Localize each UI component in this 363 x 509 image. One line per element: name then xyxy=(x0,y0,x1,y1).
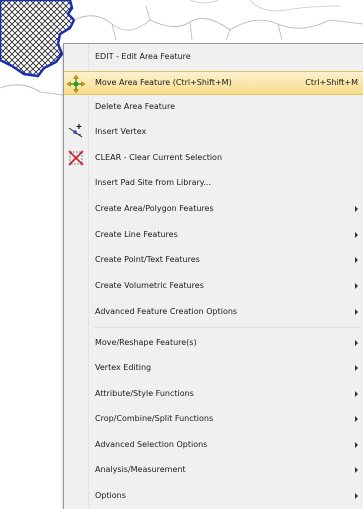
menu-item-label: Vertex Editing xyxy=(95,363,152,372)
insert-vertex-icon xyxy=(66,122,86,142)
menu-item-label: Analysis/Measurement xyxy=(95,465,186,474)
context-menu: EDIT - Edit Area Feature Move Area Featu… xyxy=(63,43,363,509)
submenu-arrow-icon xyxy=(355,467,358,473)
menu-item-label: Move Area Feature (Ctrl+Shift+M) xyxy=(95,78,232,87)
menu-item-label: Attribute/Style Functions xyxy=(95,389,194,398)
map-boundary-line xyxy=(249,0,341,12)
menu-item-label: Insert Vertex xyxy=(95,127,147,136)
menu-item-options[interactable]: Options xyxy=(64,484,363,508)
move-arrows-icon xyxy=(66,74,86,94)
submenu-arrow-icon xyxy=(355,442,358,448)
menu-item-label: Create Volumetric Features xyxy=(95,281,204,290)
menu-item-label: EDIT - Edit Area Feature xyxy=(95,52,191,61)
map-boundary-line xyxy=(111,5,283,41)
menu-item-advanced-feature-creation-options[interactable]: Advanced Feature Creation Options xyxy=(64,300,363,324)
menu-item-label: Move/Reshape Feature(s) xyxy=(95,338,197,347)
menu-item-create-point-text-features[interactable]: Create Point/Text Features xyxy=(64,248,363,272)
clear-selection-icon xyxy=(66,148,86,168)
submenu-arrow-icon xyxy=(355,309,358,315)
menu-item-label: Advanced Feature Creation Options xyxy=(95,307,238,316)
menu-item-insert-pad-site[interactable]: Insert Pad Site from Library... xyxy=(64,171,363,195)
submenu-arrow-icon xyxy=(355,391,358,397)
menu-item-label: Advanced Selection Options xyxy=(95,440,208,449)
menu-item-vertex-editing[interactable]: Vertex Editing xyxy=(64,356,363,380)
menu-item-label: Create Area/Polygon Features xyxy=(95,204,214,213)
menu-item-advanced-selection-options[interactable]: Advanced Selection Options xyxy=(64,433,363,457)
menu-item-label: Insert Pad Site from Library... xyxy=(95,178,211,187)
submenu-arrow-icon xyxy=(355,340,358,346)
menu-item-create-line-features[interactable]: Create Line Features xyxy=(64,223,363,247)
menu-item-label: Create Point/Text Features xyxy=(95,255,200,264)
menu-item-insert-vertex[interactable]: Insert Vertex xyxy=(64,120,363,144)
menu-item-move-area-feature[interactable]: Move Area Feature (Ctrl+Shift+M) Ctrl+Sh… xyxy=(64,71,363,95)
menu-item-label: Crop/Combine/Split Functions xyxy=(95,414,214,423)
submenu-arrow-icon xyxy=(355,283,358,289)
menu-item-create-volumetric-features[interactable]: Create Volumetric Features xyxy=(64,274,363,298)
menu-item-create-area-polygon-features[interactable]: Create Area/Polygon Features xyxy=(64,197,363,221)
submenu-arrow-icon xyxy=(355,365,358,371)
menu-item-attribute-style-functions[interactable]: Attribute/Style Functions xyxy=(64,382,363,406)
map-boundary-line xyxy=(0,84,64,96)
menu-item-shortcut: Ctrl+Shift+M xyxy=(305,78,358,87)
menu-item-move-reshape-features[interactable]: Move/Reshape Feature(s) xyxy=(64,331,363,355)
submenu-arrow-icon xyxy=(355,257,358,263)
submenu-arrow-icon xyxy=(355,232,358,238)
menu-item-delete-area-feature[interactable]: Delete Area Feature xyxy=(64,95,363,119)
submenu-arrow-icon xyxy=(355,206,358,212)
menu-item-label: Create Line Features xyxy=(95,230,178,239)
menu-item-label: Options xyxy=(95,491,126,500)
map-boundary-line xyxy=(189,0,219,4)
menu-item-label: Delete Area Feature xyxy=(95,102,176,111)
submenu-arrow-icon xyxy=(355,416,358,422)
menu-item-analysis-measurement[interactable]: Analysis/Measurement xyxy=(64,458,363,482)
menu-item-label: CLEAR - Clear Current Selection xyxy=(95,153,223,162)
menu-item-clear-selection[interactable]: CLEAR - Clear Current Selection xyxy=(64,146,363,170)
menu-item-crop-combine-split-functions[interactable]: Crop/Combine/Split Functions xyxy=(64,407,363,431)
submenu-arrow-icon xyxy=(355,493,358,499)
menu-separator xyxy=(94,327,362,328)
map-boundary-line xyxy=(73,15,363,31)
menu-item-edit-area-feature[interactable]: EDIT - Edit Area Feature xyxy=(64,45,363,69)
